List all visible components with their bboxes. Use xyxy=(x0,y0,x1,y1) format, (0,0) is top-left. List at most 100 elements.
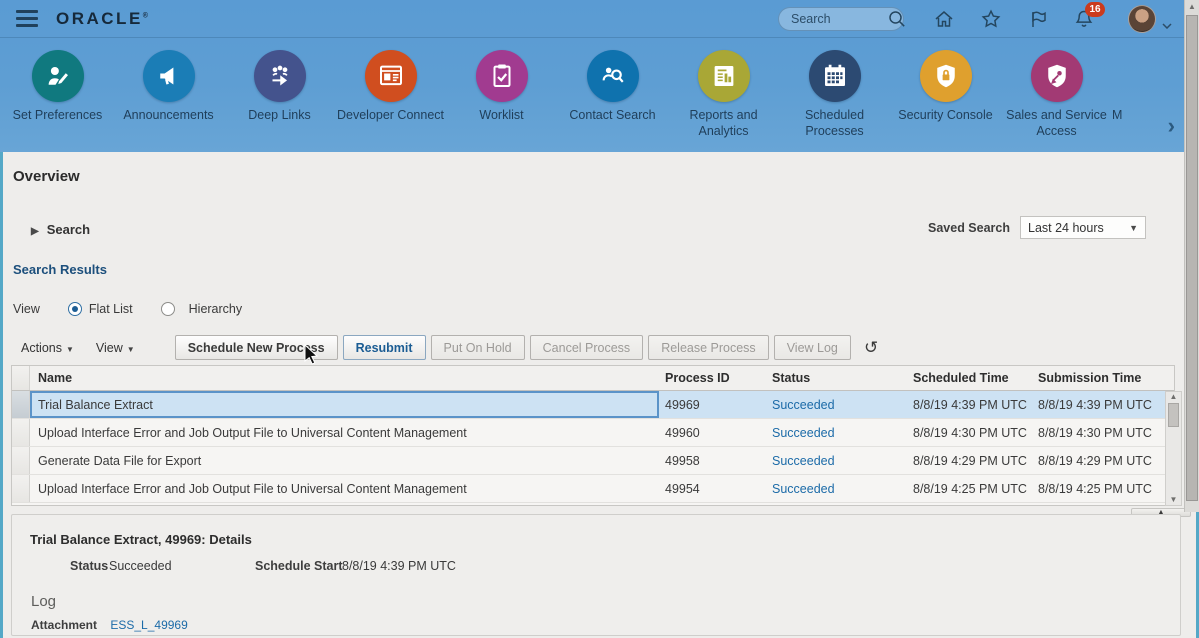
cell-name[interactable]: Upload Interface Error and Job Output Fi… xyxy=(30,475,659,502)
cell-scheduled-time: 8/8/19 4:30 PM UTC xyxy=(909,419,1034,446)
row-selector-gutter[interactable] xyxy=(12,419,30,446)
col-header-status[interactable]: Status xyxy=(766,366,909,390)
nav-label-partial: M xyxy=(1112,108,1158,124)
view-label: View xyxy=(13,302,40,316)
schedule-new-process-button[interactable]: Schedule New Process xyxy=(175,335,338,360)
scroll-up-icon[interactable]: ▲ xyxy=(1166,392,1181,401)
nav-item-reports-analytics[interactable]: Reports and Analytics xyxy=(668,39,779,152)
menu-caret-icon: ▼ xyxy=(66,345,74,354)
table-scrollbar[interactable]: ▲ ▼ xyxy=(1165,391,1182,506)
cell-process-id: 49960 xyxy=(659,419,766,446)
col-header-scheduled-time[interactable]: Scheduled Time xyxy=(909,366,1034,390)
home-icon[interactable] xyxy=(933,8,955,30)
cell-submission-time: 8/8/19 4:39 PM UTC xyxy=(1034,391,1156,418)
processes-table: Name Process ID Status Scheduled Time Su… xyxy=(11,365,1175,506)
nav-scroll-right-icon[interactable]: › xyxy=(1168,115,1175,137)
page-scroll-up-icon[interactable]: ▲ xyxy=(1185,0,1199,14)
view-menu[interactable]: View▼ xyxy=(96,341,135,355)
contact-search-icon xyxy=(587,50,639,102)
resubmit-button[interactable]: Resubmit xyxy=(343,335,426,360)
status-link[interactable]: Succeeded xyxy=(772,482,835,496)
nav-item-security-console[interactable]: Security Console xyxy=(890,39,1001,152)
nav-label: Reports and Analytics xyxy=(668,108,779,139)
global-search-input[interactable] xyxy=(779,8,903,30)
user-menu-chevron-icon[interactable] xyxy=(1162,16,1172,22)
radio-flat-list[interactable] xyxy=(68,302,82,316)
scheduled-processes-icon xyxy=(809,50,861,102)
nav-item-sales-service-access[interactable]: Sales and Service Access xyxy=(1001,39,1112,152)
col-header-submission-time[interactable]: Submission Time xyxy=(1034,366,1156,390)
saved-search-group: Saved Search Last 24 hours ▼ xyxy=(928,216,1146,239)
cell-process-id: 49958 xyxy=(659,447,766,474)
table-row[interactable]: Upload Interface Error and Job Output Fi… xyxy=(12,419,1174,447)
refresh-icon[interactable]: ↻ xyxy=(864,338,878,358)
global-header: ORACLE® 16 xyxy=(0,0,1199,38)
worklist-icon xyxy=(476,50,528,102)
table-scrollbar-thumb[interactable] xyxy=(1168,403,1179,427)
view-log-button[interactable]: View Log xyxy=(774,335,851,360)
row-selector-gutter xyxy=(12,366,30,390)
put-on-hold-button[interactable]: Put On Hold xyxy=(431,335,525,360)
top-banner: ORACLE® 16 xyxy=(0,0,1199,152)
nav-item-worklist[interactable]: Worklist xyxy=(446,39,557,152)
status-link[interactable]: Succeeded xyxy=(772,398,835,412)
table-row[interactable]: Trial Balance Extract 49969 Succeeded 8/… xyxy=(12,391,1174,419)
cell-name[interactable]: Generate Data File for Export xyxy=(30,447,659,474)
cell-status: Succeeded xyxy=(766,447,909,474)
saved-search-select[interactable]: Last 24 hours ▼ xyxy=(1020,216,1146,239)
nav-label: Set Preferences xyxy=(2,108,113,124)
cell-submission-time: 8/8/19 4:29 PM UTC xyxy=(1034,447,1156,474)
results-toolbar: Actions▼ View▼ Schedule New Process Resu… xyxy=(21,335,878,360)
user-avatar[interactable] xyxy=(1128,5,1156,33)
nav-item-overflow[interactable]: M xyxy=(1112,39,1158,152)
release-process-button[interactable]: Release Process xyxy=(648,335,769,360)
search-results-heading: Search Results xyxy=(13,262,107,277)
col-header-name[interactable]: Name xyxy=(30,366,659,390)
actions-menu[interactable]: Actions▼ xyxy=(21,341,74,355)
log-section-heading: Log xyxy=(31,593,56,610)
nav-item-scheduled-processes[interactable]: Scheduled Processes xyxy=(779,39,890,152)
security-console-icon xyxy=(920,50,972,102)
status-link[interactable]: Succeeded xyxy=(772,426,835,440)
schedule-start-value: 8/8/19 4:39 PM UTC xyxy=(342,559,456,573)
page-scrollbar[interactable]: ▲ xyxy=(1184,0,1199,512)
nav-item-set-preferences[interactable]: Set Preferences xyxy=(2,39,113,152)
row-selector-gutter[interactable] xyxy=(12,475,30,502)
cancel-process-button[interactable]: Cancel Process xyxy=(530,335,644,360)
notifications-bell-icon[interactable]: 16 xyxy=(1073,8,1095,30)
nav-item-deep-links[interactable]: Deep Links xyxy=(224,39,335,152)
status-field-label: Status xyxy=(70,559,108,573)
developer-connect-icon xyxy=(365,50,417,102)
nav-label: Developer Connect xyxy=(335,108,446,124)
nav-item-developer-connect[interactable]: Developer Connect xyxy=(335,39,446,152)
favorites-star-icon[interactable] xyxy=(980,8,1002,30)
watchlist-flag-icon[interactable] xyxy=(1027,8,1049,30)
search-section-toggle[interactable]: ▶Search xyxy=(31,222,90,237)
page-scrollbar-thumb[interactable] xyxy=(1186,15,1198,501)
table-row[interactable]: Upload Interface Error and Job Output Fi… xyxy=(12,475,1174,503)
cell-name[interactable]: Upload Interface Error and Job Output Fi… xyxy=(30,419,659,446)
overview-panel: Overview ▶Search Saved Search Last 24 ho… xyxy=(0,152,1199,638)
attachment-label: Attachment xyxy=(31,618,97,632)
status-link[interactable]: Succeeded xyxy=(772,454,835,468)
row-selector-gutter[interactable] xyxy=(12,391,30,418)
nav-item-contact-search[interactable]: Contact Search xyxy=(557,39,668,152)
attachment-row: Attachment ESS_L_49969 xyxy=(31,618,188,632)
col-header-process-id[interactable]: Process ID xyxy=(659,366,766,390)
search-icon[interactable] xyxy=(886,8,908,30)
attachment-link[interactable]: ESS_L_49969 xyxy=(110,618,187,632)
notification-count-badge: 16 xyxy=(1085,2,1105,17)
saved-search-value: Last 24 hours xyxy=(1028,221,1104,235)
cell-name[interactable]: Trial Balance Extract xyxy=(30,391,659,418)
table-row[interactable]: Generate Data File for Export 49958 Succ… xyxy=(12,447,1174,475)
application-window: ORACLE® 16 xyxy=(0,0,1199,638)
cell-scheduled-time: 8/8/19 4:39 PM UTC xyxy=(909,391,1034,418)
navigator-menu-icon[interactable] xyxy=(16,10,38,27)
row-selector-gutter[interactable] xyxy=(12,447,30,474)
nav-item-announcements[interactable]: Announcements xyxy=(113,39,224,152)
deep-links-icon xyxy=(254,50,306,102)
scroll-down-icon[interactable]: ▼ xyxy=(1166,495,1181,504)
radio-hierarchy[interactable] xyxy=(161,302,175,316)
set-preferences-icon xyxy=(32,50,84,102)
hierarchy-label: Hierarchy xyxy=(189,302,243,316)
